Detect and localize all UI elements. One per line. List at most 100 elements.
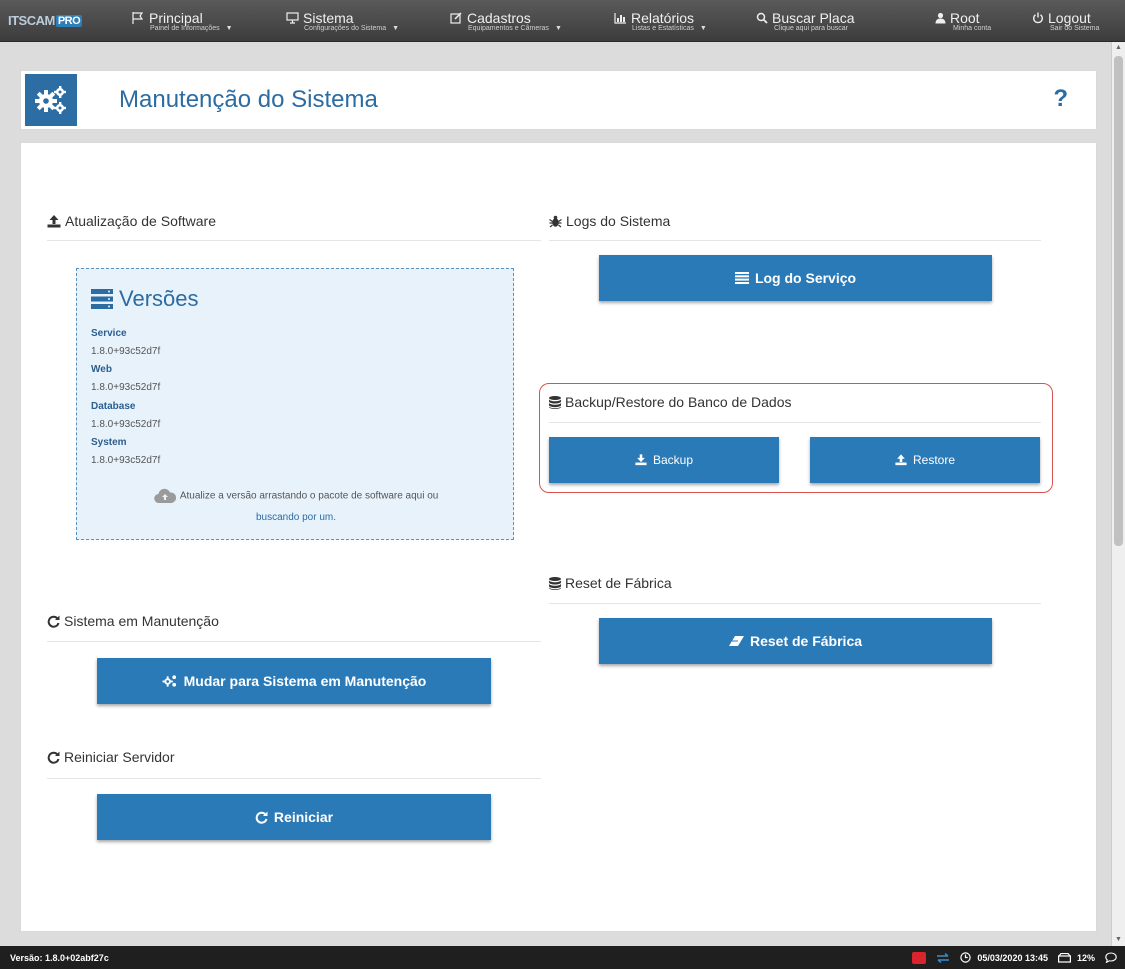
version-value: 1.8.0+93c52d7f — [91, 382, 161, 393]
main-panel: Atualização de Software Versões Service … — [20, 142, 1097, 932]
chevron-down-icon: ▼ — [225, 25, 233, 32]
scroll-thumb[interactable] — [1114, 56, 1123, 546]
status-bar-right: 05/03/2020 13:45 12% — [912, 946, 1117, 969]
nav-sistema-label: Sistema — [303, 10, 354, 26]
status-bar: Versão: 1.8.0+02abf27c 05/03/2020 13:45 … — [0, 946, 1125, 969]
software-section-title: Atualização de Software — [47, 213, 216, 229]
chevron-down-icon: ▼ — [554, 25, 562, 32]
nav-cadastros-label: Cadastros — [467, 10, 531, 26]
version-label: Service — [91, 328, 127, 339]
nav-logout-label: Logout — [1048, 10, 1091, 26]
flag-icon — [132, 12, 144, 24]
maintenance-section-label: Sistema em Manutenção — [64, 613, 219, 629]
versions-title-label: Versões — [119, 286, 199, 311]
service-log-button[interactable]: Log do Serviço — [599, 255, 992, 301]
logs-section-label: Logs do Sistema — [566, 213, 671, 229]
help-icon[interactable]: ? — [1053, 85, 1068, 113]
logo[interactable]: ITSCAM PRO — [0, 0, 118, 42]
hdd-icon — [1057, 952, 1071, 963]
footer-datetime: 05/03/2020 13:45 — [977, 952, 1048, 963]
divider — [47, 778, 541, 779]
cloud-upload-icon — [153, 488, 176, 504]
logo-text: ITSCAM — [8, 13, 55, 28]
footer-disk-usage: 12% — [1076, 952, 1095, 963]
transfer-icon — [937, 952, 950, 963]
refresh-icon — [255, 811, 268, 824]
backup-section-title: Backup/Restore do Banco de Dados — [549, 394, 791, 410]
upload-icon — [895, 454, 907, 466]
nav-logout[interactable]: Logout Sair do Sistema — [1032, 0, 1099, 42]
upload-icon — [47, 214, 61, 227]
version-value: 1.8.0+93c52d7f — [91, 419, 161, 430]
edit-icon — [450, 12, 462, 24]
divider — [549, 422, 1041, 423]
nav-buscar-placa[interactable]: Buscar Placa Clique aqui para buscar — [756, 0, 854, 42]
bar-chart-icon — [614, 13, 626, 24]
restart-button[interactable]: Reiniciar — [97, 794, 491, 840]
database-icon — [549, 576, 561, 590]
search-icon — [756, 12, 768, 24]
reset-section-title: Reset de Fábrica — [549, 575, 672, 591]
version-value: 1.8.0+93c52d7f — [91, 346, 161, 357]
version-value: 1.8.0+93c52d7f — [91, 455, 161, 466]
cogs-icon — [162, 675, 176, 687]
version-label: Database — [91, 401, 136, 412]
server-icon — [91, 289, 113, 309]
reset-section-label: Reset de Fábrica — [565, 575, 672, 591]
top-navbar: ITSCAM PRO Principal Painel de Informaçõe… — [0, 0, 1125, 42]
bug-icon — [549, 215, 562, 227]
maintenance-section-title: Sistema em Manutenção — [47, 613, 219, 629]
version-label: System — [91, 437, 127, 448]
restore-button[interactable]: Restore — [810, 437, 1040, 483]
database-icon — [549, 395, 561, 409]
eraser-icon — [728, 636, 744, 646]
cogs-icon — [35, 86, 66, 114]
user-icon — [935, 12, 946, 24]
refresh-icon — [47, 615, 60, 628]
nav-principal-sub: Painel de Informações — [150, 25, 220, 32]
restore-button-label: Restore — [912, 453, 956, 467]
list-icon — [734, 272, 749, 284]
logo-pro: PRO — [55, 14, 83, 27]
nav-root-label: Root — [950, 10, 980, 26]
backup-button-label: Backup — [652, 453, 694, 467]
comment-icon[interactable] — [1105, 952, 1117, 963]
divider — [549, 240, 1041, 241]
scroll-down-icon[interactable]: ▼ — [1112, 934, 1125, 946]
restart-section-title: Reiniciar Servidor — [47, 749, 174, 765]
service-log-label: Log do Serviço — [754, 270, 857, 286]
clock-icon — [960, 952, 972, 963]
nav-sistema[interactable]: Sistema Configurações do Sistema ▼ — [286, 0, 399, 42]
page-title: Manutenção do Sistema — [119, 86, 378, 113]
scroll-up-icon[interactable]: ▲ — [1112, 42, 1125, 54]
nav-cadastros[interactable]: Cadastros Equipamentos e Câmeras ▼ — [450, 0, 562, 42]
nav-logout-sub: Sair do Sistema — [1050, 25, 1100, 32]
version-label: Web — [91, 364, 112, 375]
divider — [549, 603, 1041, 604]
nav-relatorios[interactable]: Relatórios Listas e Estatísticas ▼ — [614, 0, 707, 42]
restart-section-label: Reiniciar Servidor — [64, 749, 175, 765]
divider — [47, 240, 541, 241]
nav-root[interactable]: Root Minha conta — [935, 0, 991, 42]
backup-section-label: Backup/Restore do Banco de Dados — [565, 394, 792, 410]
nav-relatorios-sub: Listas e Estatísticas — [632, 25, 694, 32]
nav-relatorios-label: Relatórios — [631, 10, 695, 26]
camera-alert-icon[interactable] — [912, 951, 927, 964]
versions-title: Versões — [91, 286, 199, 312]
page-header-icon — [25, 74, 77, 126]
download-icon — [635, 454, 647, 466]
restart-button-label: Reiniciar — [273, 809, 334, 825]
maintenance-mode-button[interactable]: Mudar para Sistema em Manutenção — [97, 658, 491, 704]
divider — [47, 641, 541, 642]
software-dropzone[interactable]: Versões Service 1.8.0+93c52d7f Web 1.8.0… — [76, 268, 514, 540]
nav-principal[interactable]: Principal Painel de Informações ▼ — [132, 0, 233, 42]
browse-link[interactable]: buscando por um. — [256, 512, 336, 523]
factory-reset-button[interactable]: Reset de Fábrica — [599, 618, 992, 664]
nav-buscar-placa-sub: Clique aqui para buscar — [774, 25, 848, 32]
backup-button[interactable]: Backup — [549, 437, 779, 483]
chevron-down-icon: ▼ — [392, 25, 400, 32]
dropzone-text-label: Atualize a versão arrastando o pacote de… — [179, 490, 439, 502]
refresh-icon — [47, 751, 60, 764]
factory-reset-label: Reset de Fábrica — [749, 633, 863, 649]
scrollbar[interactable]: ▲ ▼ — [1111, 42, 1125, 946]
